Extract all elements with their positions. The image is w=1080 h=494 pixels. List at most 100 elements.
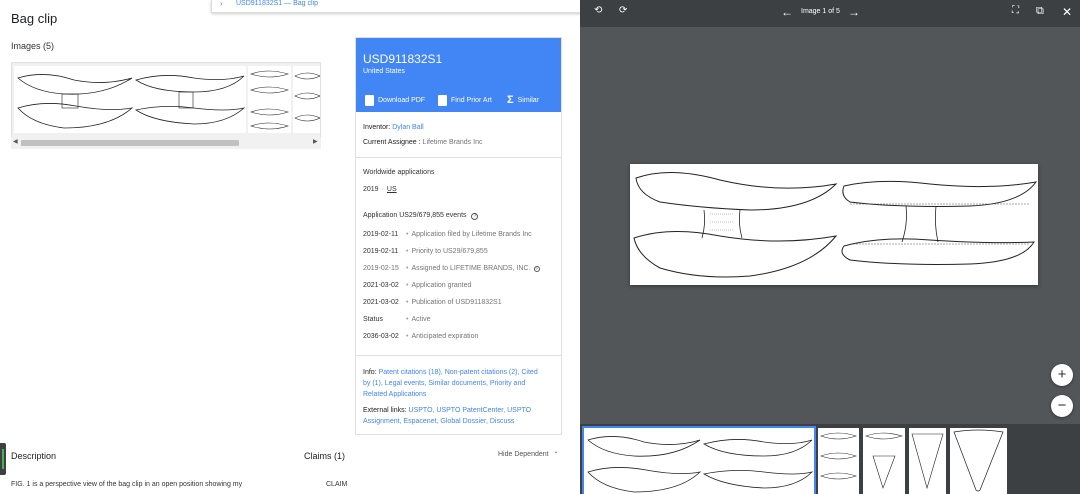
- carousel-thumbnail[interactable]: [14, 66, 246, 133]
- suggestion-dropdown[interactable]: › USD911832S1 — Bag clip: [211, 0, 580, 13]
- info-links: Info: Patent citations (18), Non-patent …: [363, 367, 538, 400]
- patent-number: USD911832S1: [363, 52, 443, 66]
- event-date: 2019-02-11: [363, 231, 399, 238]
- event-date: 2036-03-02: [363, 333, 399, 340]
- rotate-right-icon[interactable]: ⟳: [619, 5, 627, 16]
- card-header: USD911832S1 United States Download PDF F…: [356, 38, 561, 112]
- help-icon[interactable]: ?: [471, 213, 479, 220]
- download-pdf-button[interactable]: Download PDF: [365, 95, 425, 106]
- strip-thumbnail[interactable]: [582, 426, 816, 494]
- external-link[interactable]: USPTO, USPTO PatentCenter, USPTO: [409, 407, 532, 414]
- worldwide-row: 2019 · US: [363, 186, 397, 193]
- hide-dependent-toggle[interactable]: Hide Dependent ⌃: [498, 451, 559, 458]
- event-row: 2036-03-02 • Anticipated expiration: [363, 333, 479, 340]
- events-heading: Application US29/679,855 events: [363, 212, 467, 219]
- image-carousel[interactable]: [11, 62, 321, 149]
- worldwide-year: 2019: [363, 186, 379, 193]
- sigma-icon: Σ: [507, 94, 514, 106]
- carousel-thumbnail[interactable]: [293, 66, 320, 133]
- strip-thumbnail[interactable]: [909, 428, 946, 494]
- side-panel-handle[interactable]: [0, 443, 6, 475]
- download-pdf-label: Download PDF: [378, 97, 426, 104]
- event-text: Application granted: [411, 282, 472, 289]
- help-icon[interactable]: ?: [533, 266, 540, 272]
- description-heading: Description: [11, 451, 57, 461]
- strip-thumbnail[interactable]: [863, 428, 905, 494]
- document-icon: [365, 95, 374, 106]
- info-link[interactable]: Related Applications: [363, 391, 426, 398]
- assignee-value: Lifetime Brands Inc: [422, 139, 483, 146]
- event-row: 2019-02-11 • Application filed by Lifetime…: [363, 231, 532, 238]
- event-row: 2019-02-11 • Priority to US29/679,855: [363, 248, 488, 255]
- hide-dependent-label: Hide Dependent: [498, 451, 549, 458]
- assignee-row: Current Assignee : Lifetime Brands Inc: [363, 139, 482, 146]
- divider: [356, 355, 561, 356]
- images-heading: Images (5): [11, 41, 55, 51]
- inventor-row: Inventor: Dylan Ball: [363, 124, 424, 131]
- event-row: Status • Active: [363, 316, 431, 323]
- card-actions: Download PDF Find Prior Art Σ Similar: [356, 90, 561, 112]
- event-row: 2021-03-02 • Publication of USD911832S1: [363, 299, 502, 306]
- event-text: Application filed by Lifetime Brands Inc: [411, 231, 532, 238]
- scrollbar-thumb[interactable]: [21, 140, 239, 146]
- claims-heading: Claims (1): [304, 451, 346, 461]
- external-label: External links:: [363, 407, 407, 414]
- event-text: Publication of USD911832S1: [411, 299, 502, 306]
- event-date: 2019-02-11: [363, 248, 399, 255]
- description-text: FIG. 1 is a perspective view of the bag …: [11, 481, 243, 488]
- zoom-out-button[interactable]: −: [1051, 395, 1073, 417]
- inventor-link[interactable]: Dylan Ball: [392, 124, 424, 131]
- strip-thumbnail[interactable]: [950, 428, 1007, 494]
- event-date: 2019-02-15: [363, 265, 399, 272]
- event-text: Priority to US29/679,855: [411, 248, 488, 255]
- patent-figure-image: [630, 164, 1038, 285]
- strip-thumbnail[interactable]: [818, 428, 859, 494]
- find-prior-art-button[interactable]: Find Prior Art: [438, 95, 492, 106]
- image-viewer: ⟲ ⟳ ← Image 1 of 5 → ⛶ ⧉ ✕ + −: [580, 0, 1080, 494]
- carousel-thumbnail[interactable]: [248, 66, 291, 133]
- similar-button[interactable]: Σ Similar: [507, 94, 539, 106]
- event-date: Status: [363, 316, 383, 323]
- event-text: Anticipated expiration: [411, 333, 479, 340]
- scroll-left-icon[interactable]: ◀: [13, 138, 18, 145]
- page-title: Bag clip: [11, 11, 58, 26]
- event-row: 2019-02-15 • Assigned to LIFETIME BRANDS, …: [363, 265, 540, 272]
- patent-info-card: USD911832S1 United States Download PDF F…: [355, 37, 562, 435]
- worldwide-country-link[interactable]: US: [387, 186, 397, 193]
- thumbnail-strip: [580, 424, 1080, 494]
- carousel-scrollbar[interactable]: ◀ ▶: [11, 137, 321, 149]
- close-icon[interactable]: ✕: [1062, 5, 1072, 19]
- info-link[interactable]: Patent citations (18), Non-patent citati…: [379, 369, 538, 376]
- rotate-left-icon[interactable]: ⟲: [594, 5, 602, 16]
- suggestion-item[interactable]: USD911832S1 — Bag clip: [236, 0, 318, 7]
- image-counter: Image 1 of 5: [801, 8, 840, 15]
- claim-text: CLAIM: [326, 481, 348, 488]
- external-link[interactable]: Assignment, Espacenet, Global Dossier, D…: [363, 418, 514, 425]
- event-date: 2021-03-02: [363, 299, 399, 306]
- event-row: 2021-03-02 • Application granted: [363, 282, 472, 289]
- similar-label: Similar: [517, 96, 539, 104]
- open-new-window-icon[interactable]: ⧉: [1036, 5, 1044, 18]
- info-label: Info:: [363, 369, 377, 376]
- chevron-right-icon: ›: [220, 0, 223, 8]
- previous-image-icon[interactable]: ←: [781, 5, 793, 19]
- events-heading-row: Application US29/679,855 events ?: [363, 212, 479, 220]
- info-link[interactable]: by (1), Legal events, Similar documents,…: [363, 380, 525, 387]
- next-image-icon[interactable]: →: [848, 5, 860, 19]
- search-document-icon: [438, 95, 447, 106]
- fullscreen-icon[interactable]: ⛶: [1012, 5, 1019, 16]
- scroll-right-icon[interactable]: ▶: [313, 138, 318, 145]
- zoom-in-button[interactable]: +: [1051, 364, 1073, 386]
- divider: [356, 157, 561, 158]
- patent-detail-pane: Bag clip Images (5) ◀ ▶ USD911832S1 Unit…: [0, 0, 580, 494]
- worldwide-heading: Worldwide applications: [363, 169, 435, 176]
- viewer-toolbar: ⟲ ⟳ ← Image 1 of 5 → ⛶ ⧉ ✕: [580, 0, 1080, 27]
- inventor-label: Inventor:: [363, 124, 391, 131]
- chevron-up-icon: ⌃: [553, 452, 559, 458]
- find-prior-art-label: Find Prior Art: [451, 97, 492, 104]
- event-text: Active: [411, 316, 431, 323]
- assignee-label: Current Assignee :: [363, 139, 421, 146]
- patent-country: United States: [363, 68, 406, 75]
- event-text: Assigned to LIFETIME BRANDS, INC.: [411, 265, 531, 272]
- external-links: External links: USPTO, USPTO PatentCente…: [363, 405, 531, 427]
